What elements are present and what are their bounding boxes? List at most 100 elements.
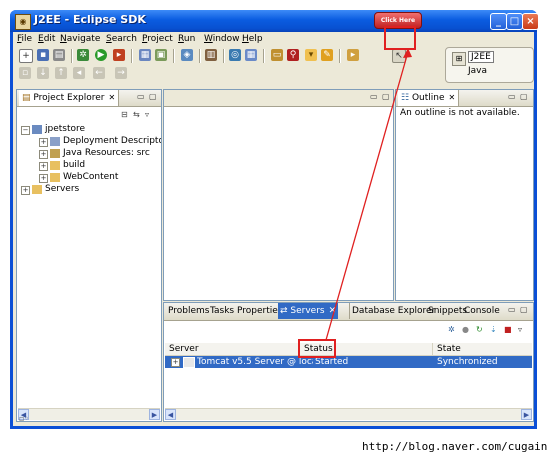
search-icon[interactable]: ⚲: [287, 49, 299, 61]
server-state: Synchronized: [437, 357, 498, 367]
run-icon[interactable]: ▶: [95, 49, 107, 61]
tab-tasks[interactable]: Tasks: [208, 303, 236, 319]
minimize-view-icon[interactable]: ▭: [370, 92, 378, 101]
open-folder-icon[interactable]: ▾: [305, 49, 317, 61]
expand-icon[interactable]: +: [21, 186, 30, 195]
forward-icon[interactable]: →: [115, 67, 127, 79]
stop-server-icon[interactable]: ■: [504, 325, 512, 334]
menu-run[interactable]: Run: [178, 34, 195, 44]
minimize-view-icon[interactable]: ▭: [508, 305, 516, 314]
horizontal-scrollbar[interactable]: ◀ ▶: [18, 408, 160, 420]
scroll-right-icon[interactable]: ▶: [149, 409, 160, 420]
save-icon[interactable]: ▪: [37, 49, 49, 61]
minimize-view-icon[interactable]: ▭: [508, 92, 516, 101]
edit-icon[interactable]: ✎: [321, 49, 333, 61]
servers-view: Problems Tasks Properties ⇄ Servers ✕ Dat…: [163, 302, 534, 422]
column-state[interactable]: State: [433, 343, 532, 355]
perspective-switcher: ⊞ J2EE Java: [445, 47, 534, 83]
tree-item-java-resources[interactable]: Java Resources: src: [63, 148, 150, 158]
outline-tab[interactable]: ☷ Outline ✕: [398, 90, 460, 106]
menu-project[interactable]: Project: [142, 34, 173, 44]
start-server-icon[interactable]: ●: [462, 325, 469, 334]
toggle-breadcrumb-icon[interactable]: ▫: [19, 67, 31, 79]
folder-icon: [32, 185, 42, 194]
menu-help[interactable]: Help: [242, 34, 263, 44]
horizontal-scrollbar[interactable]: ◀ ▶: [165, 408, 532, 420]
new-server-icon[interactable]: ▦: [139, 49, 151, 61]
close-icon[interactable]: ✕: [449, 93, 456, 102]
print-icon[interactable]: ▤: [53, 49, 65, 61]
link-editor-icon[interactable]: ⇆: [133, 110, 140, 119]
expand-icon[interactable]: +: [39, 162, 48, 171]
folder-dropdown-icon[interactable]: ▸: [347, 49, 359, 61]
column-server[interactable]: Server: [165, 343, 300, 355]
prev-annotation-icon[interactable]: ↑: [55, 67, 67, 79]
perspective-j2ee[interactable]: J2EE: [468, 51, 494, 63]
tab-database-explorer[interactable]: Database Explorer: [349, 303, 437, 319]
open-perspective-button[interactable]: ⊞: [452, 52, 466, 66]
last-edit-icon[interactable]: ◂: [73, 67, 85, 79]
menu-search[interactable]: Search: [106, 34, 137, 44]
menu-file[interactable]: File: [17, 34, 32, 44]
tree-item-webcontent[interactable]: WebContent: [63, 172, 118, 182]
title-bar[interactable]: ◉ J2EE - Eclipse SDK _ □ ×: [10, 10, 539, 32]
table-row[interactable]: + Tomcat v5.5 Server @ localhost Started…: [165, 356, 532, 368]
open-perspective-icon[interactable]: ↖: [392, 49, 406, 63]
tab-console[interactable]: Console: [462, 303, 502, 319]
publish-icon[interactable]: ⇣: [490, 325, 497, 334]
outline-icon: ☷: [401, 93, 412, 103]
data-source-icon[interactable]: ▦: [245, 49, 257, 61]
perspective-java[interactable]: Java: [468, 66, 487, 76]
tree-item-build[interactable]: build: [63, 160, 85, 170]
server-name: Tomcat v5.5 Server @ localhost: [197, 357, 313, 367]
fast-view-icon[interactable]: ▫◦: [19, 414, 29, 423]
tree-item-jpetstore[interactable]: jpetstore: [45, 124, 85, 134]
folder-icon: [50, 173, 60, 182]
expand-icon[interactable]: +: [171, 358, 180, 367]
expand-icon[interactable]: +: [39, 150, 48, 159]
collapse-icon[interactable]: −: [21, 126, 30, 135]
minimize-view-icon[interactable]: ▭: [137, 92, 145, 101]
scroll-right-icon[interactable]: ▶: [521, 409, 532, 420]
maximize-view-icon[interactable]: ▢: [149, 92, 157, 101]
maximize-view-icon[interactable]: ▢: [520, 92, 528, 101]
scroll-left-icon[interactable]: ◀: [165, 409, 176, 420]
close-icon[interactable]: ✕: [109, 93, 116, 102]
maximize-view-icon[interactable]: ▢: [520, 305, 528, 314]
menu-window[interactable]: Window: [204, 34, 240, 44]
external-tools-icon[interactable]: ▸: [113, 49, 125, 61]
menu-bar: File Edit Navigate Search Project Run Wi…: [13, 32, 534, 48]
close-button[interactable]: ×: [522, 13, 539, 30]
tab-servers[interactable]: ⇄ Servers ✕: [278, 303, 339, 319]
close-icon[interactable]: ✕: [329, 306, 337, 316]
tree-item-servers[interactable]: Servers: [45, 184, 79, 194]
view-menu-icon[interactable]: ▿: [145, 110, 149, 119]
menu-navigate[interactable]: Navigate: [60, 34, 100, 44]
maximize-view-icon[interactable]: ▢: [382, 92, 390, 101]
view-menu-icon[interactable]: ▿: [518, 325, 522, 334]
menu-edit[interactable]: Edit: [38, 34, 55, 44]
open-type-icon[interactable]: ◈: [181, 49, 193, 61]
expand-icon[interactable]: +: [39, 138, 48, 147]
build-icon[interactable]: ▥: [205, 49, 217, 61]
maximize-button[interactable]: □: [506, 13, 523, 30]
debug-server-icon[interactable]: ✲: [448, 325, 455, 334]
minimize-button[interactable]: _: [490, 13, 507, 30]
status-bar: ▫◦: [13, 414, 534, 426]
profile-server-icon[interactable]: ↻: [476, 325, 483, 334]
open-project-icon[interactable]: ▭: [271, 49, 283, 61]
next-annotation-icon[interactable]: ↓: [37, 67, 49, 79]
collapse-all-icon[interactable]: ⊟: [121, 110, 128, 119]
workbench: File Edit Navigate Search Project Run Wi…: [13, 32, 534, 426]
new-icon[interactable]: +: [19, 49, 33, 63]
tree-item-deployment-descriptor[interactable]: Deployment Descriptor: [63, 136, 161, 146]
back-icon[interactable]: ←: [93, 67, 105, 79]
project-explorer-tab[interactable]: ▤ Project Explorer ✕: [19, 90, 120, 106]
tab-problems[interactable]: Problems: [166, 303, 211, 319]
expand-icon[interactable]: +: [39, 174, 48, 183]
project-icon: [32, 125, 42, 134]
web-browser-icon[interactable]: ◎: [229, 49, 241, 61]
status-highlight-box: [298, 339, 336, 358]
new-project-icon[interactable]: ▣: [155, 49, 167, 61]
debug-icon[interactable]: ✲: [77, 49, 89, 61]
